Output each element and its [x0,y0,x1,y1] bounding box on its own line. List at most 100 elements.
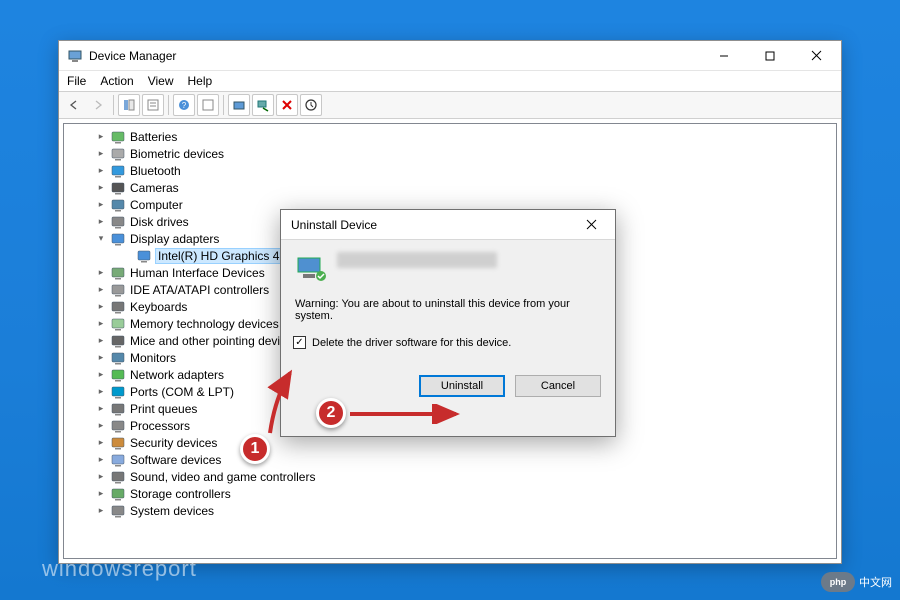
scan-hardware-button[interactable] [252,94,274,116]
tree-item-label: Network adapters [130,368,224,382]
menu-help[interactable]: Help [188,74,213,88]
window-title: Device Manager [89,49,701,63]
device-category-icon [110,197,126,213]
tree-item-label: Software devices [130,453,221,467]
expand-arrow-icon[interactable]: ▸ [96,148,106,159]
back-button[interactable] [63,94,85,116]
expand-arrow-icon[interactable]: ▸ [96,471,106,482]
device-icon [136,248,152,264]
display-adapter-icon [295,252,327,284]
expand-arrow-icon[interactable]: ▸ [96,386,106,397]
minimize-button[interactable] [701,41,747,71]
brand-logo: php [821,572,855,592]
expand-arrow-icon[interactable]: ▾ [96,233,106,244]
annotation-badge-1: 1 [240,434,270,464]
expand-arrow-icon[interactable]: ▸ [96,420,106,431]
action-button[interactable] [197,94,219,116]
annotation-arrow-1 [255,368,315,438]
expand-arrow-icon[interactable]: ▸ [96,199,106,210]
expand-arrow-icon[interactable]: ▸ [96,403,106,414]
delete-driver-checkbox[interactable]: ✓ Delete the driver software for this de… [293,336,601,349]
device-category-icon [110,214,126,230]
tree-item-label: Storage controllers [130,487,231,501]
uninstall-button[interactable]: Uninstall [419,375,505,397]
expand-arrow-icon[interactable]: ▸ [96,454,106,465]
device-category-icon [110,384,126,400]
expand-arrow-icon[interactable]: ▸ [96,318,106,329]
expand-arrow-icon[interactable]: ▸ [96,505,106,516]
device-category-icon [110,282,126,298]
app-icon [67,48,83,64]
tree-item-label: Ports (COM & LPT) [130,385,234,399]
tree-item[interactable]: ▸ Sound, video and game controllers [64,468,836,485]
close-button[interactable] [793,41,839,71]
menu-view[interactable]: View [148,74,174,88]
tree-item[interactable]: ▸ Software devices [64,451,836,468]
annotation-badge-2: 2 [316,398,346,428]
dialog-close-button[interactable] [571,210,611,240]
menubar: File Action View Help [59,71,841,91]
tree-item[interactable]: ▸ Cameras [64,179,836,196]
device-category-icon [110,265,126,281]
device-category-icon [110,146,126,162]
tree-item[interactable]: ▸System devices [64,502,836,519]
expand-arrow-icon[interactable]: ▸ [96,352,106,363]
uninstall-device-button[interactable] [276,94,298,116]
toolbar: ? [59,91,841,119]
expand-arrow-icon[interactable]: ▸ [96,369,106,380]
expand-arrow-icon[interactable]: ▸ [96,216,106,227]
device-category-icon [110,299,126,315]
expand-arrow-icon[interactable]: ▸ [96,437,106,448]
warning-text: Warning: You are about to uninstall this… [295,298,601,322]
expand-arrow-icon[interactable]: ▸ [96,284,106,295]
device-category-icon [110,418,126,434]
tree-item[interactable]: ▸Batteries [64,128,836,145]
maximize-button[interactable] [747,41,793,71]
show-hide-tree-button[interactable] [118,94,140,116]
tree-item[interactable]: ▸ Biometric devices [64,145,836,162]
device-category-icon [110,452,126,468]
device-category-icon [110,129,126,145]
expand-arrow-icon[interactable]: ▸ [96,335,106,346]
expand-arrow-icon[interactable]: ▸ [96,301,106,312]
cancel-button[interactable]: Cancel [515,375,601,397]
help-button[interactable]: ? [173,94,195,116]
properties-button[interactable] [142,94,164,116]
device-category-icon [110,316,126,332]
menu-action[interactable]: Action [100,74,133,88]
menu-file[interactable]: File [67,74,86,88]
device-category-icon [110,350,126,366]
expand-arrow-icon[interactable]: ▸ [96,488,106,499]
watermark: windowsreport [42,556,197,582]
expand-arrow-icon[interactable]: ▸ [96,267,106,278]
checkbox-label: Delete the driver software for this devi… [312,337,511,349]
update-driver-button[interactable] [228,94,250,116]
device-name-redacted [337,252,497,268]
expand-arrow-icon[interactable]: ▸ [96,165,106,176]
disable-device-button[interactable] [300,94,322,116]
forward-button[interactable] [87,94,109,116]
expand-arrow-icon[interactable]: ▸ [96,131,106,142]
dialog-titlebar: Uninstall Device [281,210,615,240]
checkbox-icon: ✓ [293,336,306,349]
device-category-icon [110,163,126,179]
tree-item-label: Disk drives [130,215,189,229]
tree-item[interactable]: ▸ Storage controllers [64,485,836,502]
device-category-icon [110,401,126,417]
tree-item-label: Sound, video and game controllers [130,470,315,484]
device-category-icon [110,486,126,502]
tree-item[interactable]: ▸Bluetooth [64,162,836,179]
device-category-icon [110,503,126,519]
tree-item-label: Cameras [130,181,179,195]
svg-text:?: ? [182,101,187,110]
device-category-icon [110,231,126,247]
device-category-icon [110,435,126,451]
dialog-title: Uninstall Device [291,218,571,232]
tree-item-label: Display adapters [130,232,219,246]
device-category-icon [110,367,126,383]
expand-arrow-icon[interactable]: ▸ [96,182,106,193]
tree-item-label: IDE ATA/ATAPI controllers [130,283,269,297]
tree-item-label: Processors [130,419,190,433]
tree-item-label: Biometric devices [130,147,224,161]
annotation-arrow-2 [348,404,468,424]
